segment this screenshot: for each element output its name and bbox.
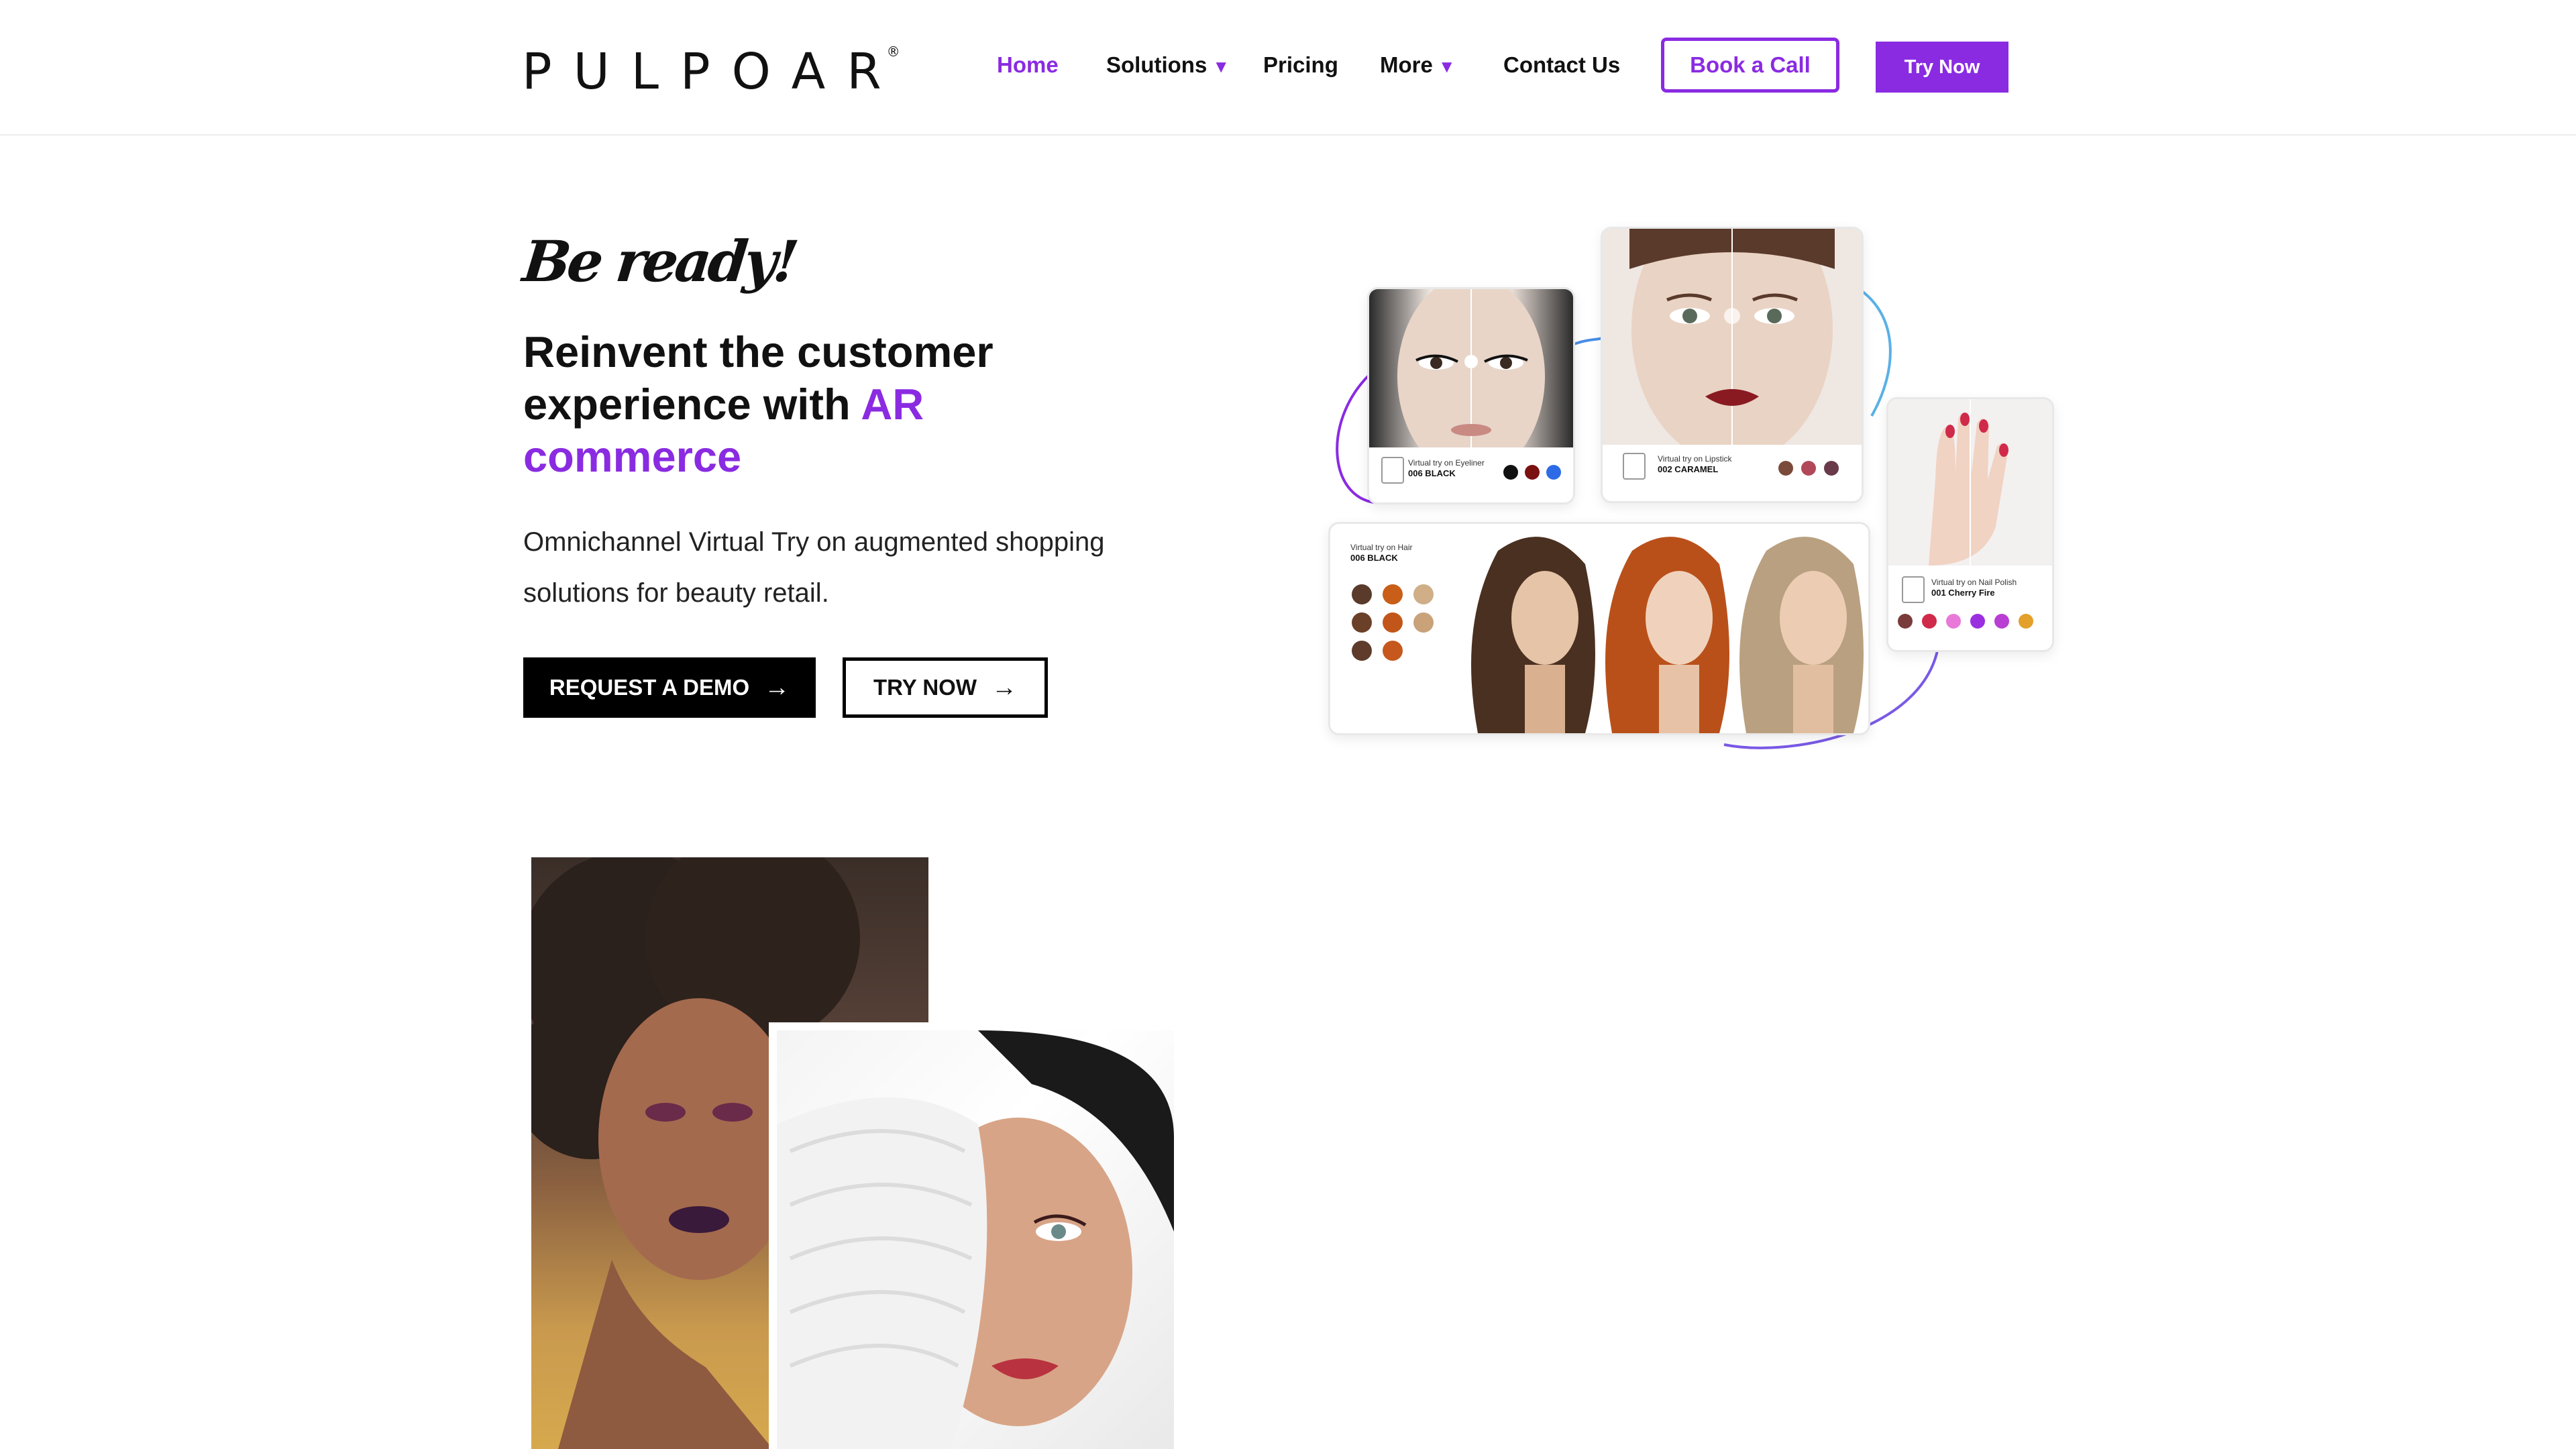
request-demo-button[interactable]: REQUEST A DEMO → [523, 657, 816, 718]
nav-item-more[interactable]: More ▼ [1380, 52, 1456, 78]
lipstick-label: Virtual try on Lipstick 002 CARAMEL [1658, 454, 1732, 474]
nav-item-label: Home [997, 52, 1059, 77]
shade-name: 002 CARAMEL [1658, 464, 1719, 474]
color-swatch[interactable] [1778, 461, 1793, 476]
tryon-type: Virtual try on Hair [1350, 543, 1413, 552]
hair-label: Virtual try on Hair 006 BLACK [1350, 543, 1412, 563]
nail-polish-label: Virtual try on Nail Polish 001 Cherry Fi… [1931, 578, 2017, 598]
nav-item-label: More [1380, 52, 1433, 77]
pulpoar-logo[interactable]: PULPOAR ® [522, 42, 916, 102]
color-swatch[interactable] [1546, 465, 1561, 480]
color-swatch[interactable] [1970, 614, 1985, 629]
nav-item-label: Pricing [1263, 52, 1338, 77]
tryon-type: Virtual try on Lipstick [1658, 454, 1732, 464]
color-swatch[interactable] [1413, 584, 1434, 604]
nav-item-label: Solutions [1106, 52, 1208, 77]
try-now-hero-button[interactable]: TRY NOW → [843, 657, 1048, 718]
color-swatch[interactable] [1922, 614, 1937, 629]
model-photo-feather-frame [769, 1022, 1174, 1449]
tryon-type: Virtual try on Nail Polish [1931, 578, 2017, 587]
button-label: TRY NOW [873, 675, 977, 700]
book-a-call-button[interactable]: Book a Call [1661, 38, 1839, 93]
nail-model-image [1888, 399, 2052, 566]
shade-name: 006 BLACK [1408, 468, 1456, 478]
color-swatch[interactable] [1525, 465, 1540, 480]
ar-tryon-collage: Virtual try on Eyeliner 006 BLACK Virtua… [1322, 221, 2059, 771]
nail-polish-product-icon [1902, 576, 1925, 603]
color-swatch[interactable] [1352, 584, 1372, 604]
nav-item-pricing[interactable]: Pricing [1263, 52, 1338, 78]
try-now-nav-button[interactable]: Try Now [1876, 42, 2008, 93]
color-swatch[interactable] [1383, 641, 1403, 661]
model-photo-feather [777, 1030, 1174, 1449]
arrow-right-icon: → [764, 673, 790, 702]
hero-subtitle: Omnichannel Virtual Try on augmented sho… [523, 527, 1105, 608]
color-swatch[interactable] [1898, 614, 1913, 629]
hero-headline: Reinvent the customer experience with AR… [523, 326, 1127, 483]
shade-name: 006 BLACK [1350, 553, 1398, 563]
tryon-type: Virtual try on Eyeliner [1408, 458, 1485, 468]
color-swatch[interactable] [1994, 614, 2009, 629]
color-swatch[interactable] [1801, 461, 1816, 476]
shade-name: 001 Cherry Fire [1931, 588, 1995, 598]
color-swatch[interactable] [1413, 612, 1434, 633]
eyeliner-card[interactable]: Virtual try on Eyeliner 006 BLACK [1367, 287, 1575, 504]
nav-item-home[interactable]: Home [997, 52, 1059, 78]
color-swatch[interactable] [1824, 461, 1839, 476]
lipstick-model-image [1603, 229, 1862, 464]
button-label: REQUEST A DEMO [549, 675, 750, 700]
eyeliner-model-image [1369, 289, 1573, 477]
hero-tagline: Be ready! [519, 228, 799, 294]
color-swatch[interactable] [1352, 641, 1372, 661]
eyeliner-product-icon [1381, 457, 1404, 484]
nav-item-label: Contact Us [1503, 52, 1621, 77]
color-swatch[interactable] [1946, 614, 1961, 629]
arrow-right-icon: → [991, 673, 1017, 702]
color-swatch[interactable] [2019, 614, 2033, 629]
hair-models-image [1471, 537, 1864, 733]
eyeliner-label: Virtual try on Eyeliner 006 BLACK [1408, 458, 1485, 478]
hair-card[interactable]: Virtual try on Hair 006 BLACK [1328, 522, 1870, 735]
color-swatch[interactable] [1503, 465, 1518, 480]
nav-item-solutions[interactable]: Solutions ▼ [1106, 52, 1230, 78]
nav-item-contact-us[interactable]: Contact Us [1503, 52, 1620, 78]
nail-polish-card[interactable]: Virtual try on Nail Polish 001 Cherry Fi… [1886, 397, 2054, 652]
lipstick-product-icon [1623, 453, 1646, 480]
color-swatch[interactable] [1352, 612, 1372, 633]
registered-mark: ® [886, 44, 900, 60]
chevron-down-icon: ▼ [1212, 56, 1230, 76]
lipstick-card[interactable]: Virtual try on Lipstick 002 CARAMEL [1601, 227, 1864, 503]
color-swatch[interactable] [1383, 584, 1403, 604]
chevron-down-icon: ▼ [1438, 56, 1456, 76]
top-navigation: PULPOAR ® Home Solutions ▼ Pricing More ▼ C… [0, 0, 2576, 136]
logo-text: PULPOAR [522, 43, 903, 101]
color-swatch[interactable] [1383, 612, 1403, 633]
